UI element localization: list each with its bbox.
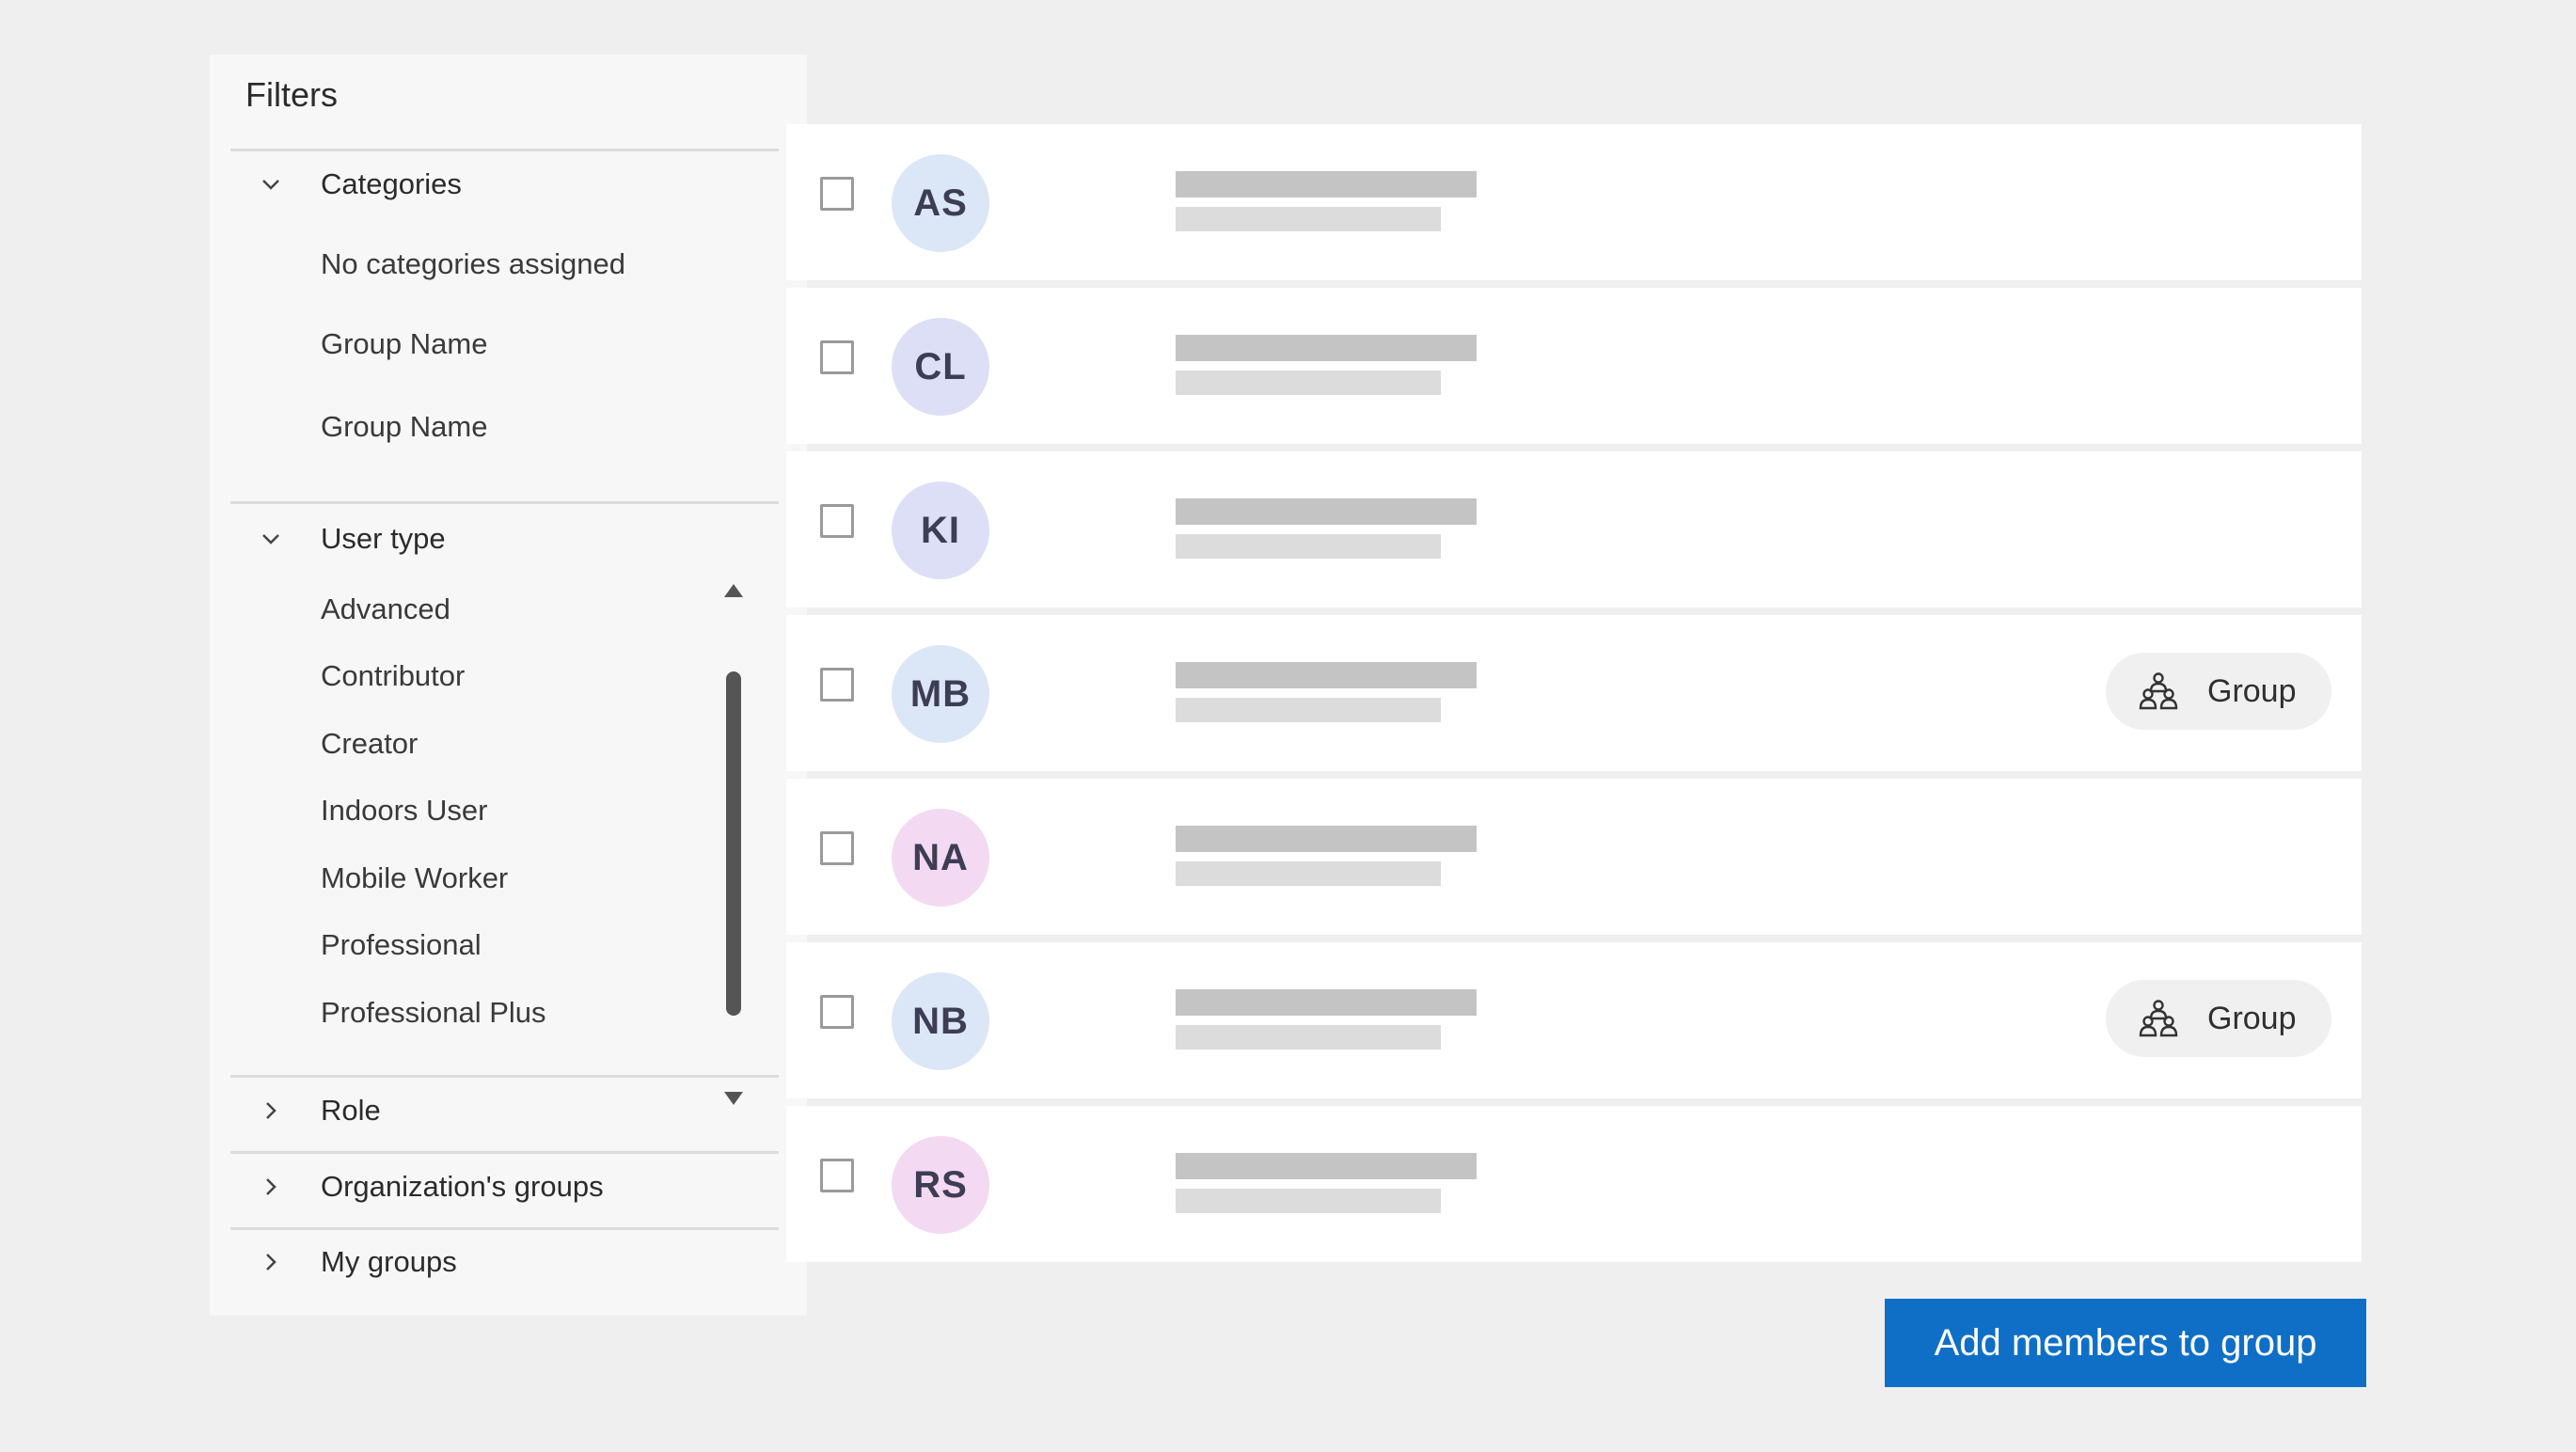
section-user-type[interactable]: User type (257, 522, 446, 556)
row-checkbox[interactable] (820, 340, 854, 374)
detail-placeholder (1176, 861, 1441, 886)
table-row[interactable]: KI (786, 451, 2362, 608)
group-icon (2138, 998, 2179, 1039)
section-role[interactable]: Role (257, 1094, 381, 1128)
avatar: CL (892, 318, 989, 416)
chevron-down-icon (257, 525, 285, 553)
chevron-right-icon (257, 1097, 285, 1125)
name-placeholder (1176, 171, 1477, 197)
name-placeholder (1176, 662, 1477, 688)
member-list: AS CL KI MB Group NA NB Group RS (786, 124, 2362, 1262)
detail-placeholder (1176, 371, 1441, 395)
avatar: NB (892, 972, 989, 1070)
divider (230, 149, 779, 151)
scroll-down-arrow-icon[interactable] (722, 1089, 745, 1108)
filter-item-user-type[interactable]: Advanced (321, 592, 450, 626)
section-label: Organization's groups (321, 1170, 604, 1203)
divider (230, 1227, 779, 1230)
row-checkbox[interactable] (820, 831, 854, 865)
divider (230, 1151, 779, 1154)
filters-panel: Filters Categories No categories assigne… (210, 55, 807, 1316)
section-categories[interactable]: Categories (257, 167, 462, 201)
filter-item-category[interactable]: No categories assigned (321, 247, 625, 281)
section-my-groups[interactable]: My groups (257, 1245, 457, 1279)
detail-placeholder (1176, 698, 1441, 722)
chevron-down-icon (257, 170, 285, 198)
section-label: Categories (321, 167, 462, 200)
group-icon (2138, 671, 2179, 712)
chevron-right-icon (257, 1173, 285, 1201)
group-chip[interactable]: Group (2106, 653, 2331, 730)
name-placeholder (1176, 498, 1477, 525)
group-chip[interactable]: Group (2106, 980, 2331, 1057)
filter-item-user-type[interactable]: Contributor (321, 659, 465, 693)
avatar: KI (892, 481, 989, 579)
row-checkbox[interactable] (820, 995, 854, 1029)
avatar: AS (892, 154, 989, 252)
section-label: User type (321, 522, 446, 555)
table-row[interactable]: RS (786, 1106, 2362, 1262)
filters-title: Filters (245, 75, 338, 114)
table-row[interactable]: CL (786, 288, 2362, 444)
section-label: Role (321, 1094, 381, 1127)
group-chip-label: Group (2207, 1000, 2297, 1036)
avatar: RS (892, 1136, 989, 1234)
scroll-up-arrow-icon[interactable] (722, 581, 745, 600)
row-checkbox[interactable] (820, 1159, 854, 1192)
row-checkbox[interactable] (820, 504, 854, 538)
name-placeholder (1176, 335, 1477, 361)
chevron-right-icon (257, 1248, 285, 1276)
section-organizations-groups[interactable]: Organization's groups (257, 1170, 604, 1204)
row-checkbox[interactable] (820, 177, 854, 211)
name-placeholder (1176, 826, 1477, 852)
divider (230, 1075, 779, 1078)
divider (230, 501, 779, 504)
name-placeholder (1176, 1153, 1477, 1179)
avatar: NA (892, 809, 989, 907)
scrollbar-thumb[interactable] (726, 671, 741, 1016)
filter-item-user-type[interactable]: Creator (321, 727, 418, 761)
name-placeholder (1176, 989, 1477, 1016)
detail-placeholder (1176, 207, 1441, 231)
detail-placeholder (1176, 1025, 1441, 1050)
avatar: MB (892, 645, 989, 743)
filter-item-category[interactable]: Group Name (321, 327, 487, 361)
filter-item-category[interactable]: Group Name (321, 410, 487, 444)
filter-item-user-type[interactable]: Mobile Worker (321, 861, 508, 895)
table-row[interactable]: NB Group (786, 942, 2362, 1098)
filter-item-user-type[interactable]: Professional (321, 928, 482, 962)
table-row[interactable]: NA (786, 779, 2362, 935)
add-members-button[interactable]: Add members to group (1885, 1299, 2366, 1387)
section-label: My groups (321, 1245, 457, 1278)
filter-item-user-type[interactable]: Professional Plus (321, 996, 546, 1030)
row-checkbox[interactable] (820, 668, 854, 702)
scrollbar[interactable] (722, 581, 745, 1108)
group-chip-label: Group (2207, 672, 2297, 709)
table-row[interactable]: AS (786, 124, 2362, 280)
filter-item-user-type[interactable]: Indoors User (321, 794, 487, 828)
detail-placeholder (1176, 1189, 1441, 1213)
detail-placeholder (1176, 534, 1441, 559)
table-row[interactable]: MB Group (786, 615, 2362, 771)
